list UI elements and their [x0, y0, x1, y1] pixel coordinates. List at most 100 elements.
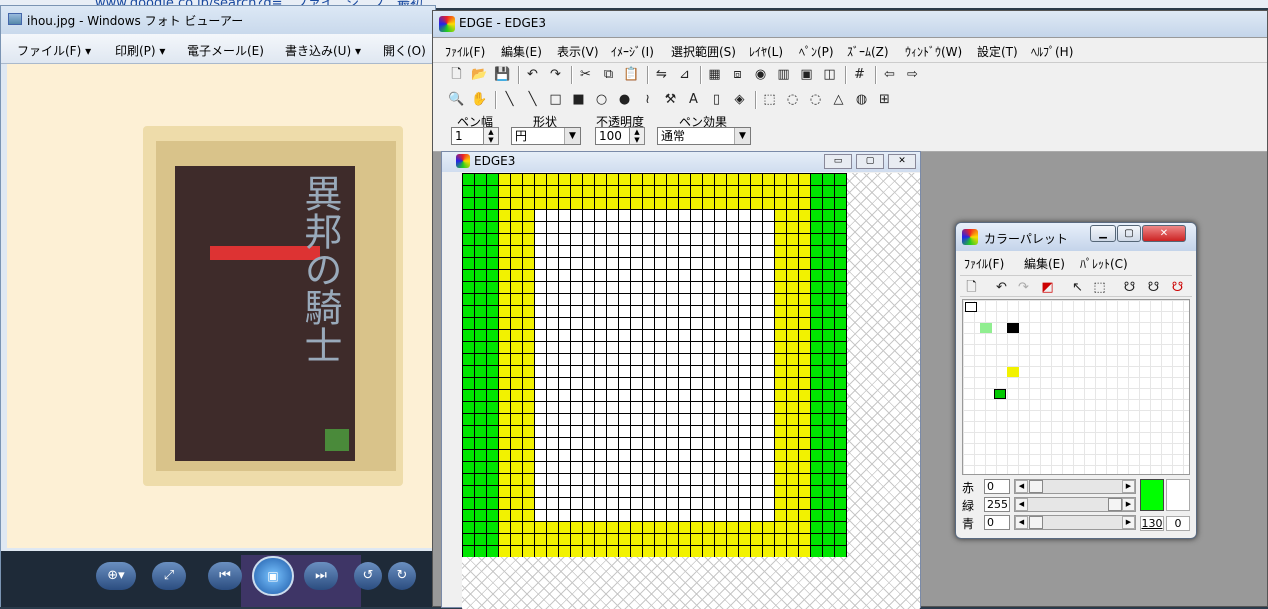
swatch-white[interactable]: [965, 302, 977, 312]
edge-menu-zoom[interactable]: ｽﾞｰﾑ(Z): [847, 43, 889, 60]
background-color-swatch[interactable]: [1166, 479, 1190, 511]
mirror-icon[interactable]: ⊿: [675, 66, 694, 84]
select-lasso-icon[interactable]: ◌: [806, 91, 825, 109]
photo-viewer-titlebar[interactable]: ihou.jpg - Windows フォト ビューアー: [1, 6, 435, 34]
blue-slider[interactable]: ◀ ▶: [1014, 515, 1136, 530]
hand-icon[interactable]: ✋: [470, 91, 489, 109]
pv-menu-file[interactable]: ファイル(F) ▾: [17, 42, 91, 59]
edge-menu-window[interactable]: ｳｨﾝﾄﾞｳ(W): [905, 43, 962, 60]
image-icon[interactable]: ▣: [797, 66, 816, 84]
edge-menu-edit[interactable]: 編集(E): [501, 43, 542, 60]
palette-undo-icon[interactable]: ↶: [992, 279, 1011, 297]
select-rect-icon[interactable]: ⬚: [760, 91, 779, 109]
fill-icon[interactable]: ⚒: [661, 91, 680, 109]
palette-new-icon[interactable]: 🗋: [962, 279, 981, 297]
red-slider[interactable]: ◀ ▶: [1014, 479, 1136, 494]
save-icon[interactable]: 💾: [493, 66, 512, 84]
next-button[interactable]: ⏭: [304, 562, 338, 590]
layer-icon[interactable]: ⧈: [728, 66, 747, 84]
bucket-icon[interactable]: ◈: [730, 91, 749, 109]
cut-icon[interactable]: ✂: [576, 66, 595, 84]
eraser-icon[interactable]: ▯: [707, 91, 726, 109]
palette-minimize-button[interactable]: ▁: [1090, 225, 1116, 242]
new-icon[interactable]: 🗋: [447, 66, 466, 84]
palette-menu-file[interactable]: ﾌｧｲﾙ(F): [964, 255, 1004, 272]
green-slider[interactable]: ◀ ▶: [1014, 497, 1136, 512]
chevron-down-icon[interactable]: ▼: [564, 128, 580, 144]
swatch-yellow[interactable]: [1007, 367, 1019, 377]
rect-fill-icon[interactable]: ■: [569, 91, 588, 109]
ellipse-fill-icon[interactable]: ●: [615, 91, 634, 109]
edge-menu-settings[interactable]: 設定(T): [977, 43, 1018, 60]
drawing-canvas[interactable]: [462, 173, 920, 609]
pv-menu-email[interactable]: 電子メール(E): [187, 42, 264, 59]
rect-icon[interactable]: □: [546, 91, 565, 109]
open-icon[interactable]: 📂: [470, 66, 489, 84]
pen-width-spinner[interactable]: ▲ ▼: [483, 127, 499, 145]
edge-titlebar[interactable]: EDGE - EDGE3: [433, 11, 1267, 37]
palette-pointer-icon[interactable]: ↖: [1068, 279, 1087, 297]
previous-button[interactable]: ⏮: [208, 562, 242, 590]
grid-icon[interactable]: ▦: [705, 66, 724, 84]
magic-wand-icon[interactable]: ◍: [852, 91, 871, 109]
copy-icon[interactable]: ⧉: [599, 66, 618, 84]
undo-icon[interactable]: ↶: [523, 66, 542, 84]
palette-maximize-button[interactable]: ▢: [1117, 225, 1141, 242]
palette-redo-icon[interactable]: ↷: [1014, 279, 1033, 297]
palette-menu-palette[interactable]: ﾊﾟﾚｯﾄ(C): [1080, 255, 1128, 272]
pv-menu-burn[interactable]: 書き込み(U) ▾: [285, 42, 361, 59]
paste-icon[interactable]: 📋: [622, 66, 641, 84]
zoom-dropdown-button[interactable]: ⊕▾: [96, 562, 136, 590]
ellipse-icon[interactable]: ○: [592, 91, 611, 109]
pixel-grid-icon[interactable]: #: [850, 66, 869, 84]
green-value-field[interactable]: 255: [984, 497, 1010, 512]
actual-size-button[interactable]: ⤢: [152, 562, 186, 590]
film-icon[interactable]: ▥: [774, 66, 793, 84]
swatch-black[interactable]: [1007, 323, 1019, 333]
preview-icon[interactable]: ◫: [820, 66, 839, 84]
edge-menu-file[interactable]: ﾌｧｲﾙ(F): [445, 43, 485, 60]
minimize-button[interactable]: ▭: [824, 154, 852, 169]
slideshow-button[interactable]: ▣: [252, 556, 294, 596]
rotate-left-button[interactable]: ↺: [354, 562, 382, 590]
line-icon[interactable]: ╲: [523, 91, 542, 109]
palette-icon[interactable]: ◉: [751, 66, 770, 84]
edge-menu-help[interactable]: ﾍﾙﾌﾟ(H): [1031, 43, 1073, 60]
opacity-spinner[interactable]: ▲ ▼: [629, 127, 645, 145]
palette-swatch-grid[interactable]: [962, 299, 1190, 475]
edge-menu-layer[interactable]: ﾚｲﾔ(L): [749, 43, 783, 60]
blue-value-field[interactable]: 0: [984, 515, 1010, 530]
arrow-left-icon[interactable]: ⇦: [880, 66, 899, 84]
close-button[interactable]: ✕: [888, 154, 916, 169]
palette-gradient2-icon[interactable]: ☋: [1144, 279, 1163, 297]
red-value-field[interactable]: 0: [984, 479, 1010, 494]
select-color-icon[interactable]: ⊞: [875, 91, 894, 109]
palette-select-icon[interactable]: ⬚: [1090, 279, 1109, 297]
pv-menu-open[interactable]: 開く(O): [383, 42, 426, 59]
redo-icon[interactable]: ↷: [546, 66, 565, 84]
zoom-icon[interactable]: 🔍: [447, 91, 466, 109]
curve-icon[interactable]: ≀: [638, 91, 657, 109]
select-ellipse-icon[interactable]: ◌: [783, 91, 802, 109]
pixel-image[interactable]: [462, 173, 847, 557]
arrow-right-icon[interactable]: ⇨: [903, 66, 922, 84]
edge-menu-image[interactable]: ｲﾒｰｼﾞ(I): [611, 43, 654, 60]
swatch-light-green[interactable]: [980, 323, 992, 333]
edge-menu-selection[interactable]: 選択範囲(S): [671, 43, 736, 60]
document-titlebar[interactable]: EDGE3 ▭ ▢ ✕: [442, 152, 920, 172]
select-poly-icon[interactable]: △: [829, 91, 848, 109]
maximize-button[interactable]: ▢: [856, 154, 884, 169]
pen-icon[interactable]: ╲: [500, 91, 519, 109]
foreground-color-swatch[interactable]: [1140, 479, 1164, 511]
palette-menu-edit[interactable]: 編集(E): [1024, 255, 1065, 272]
palette-close-button[interactable]: ✕: [1142, 225, 1186, 242]
palette-gradient1-icon[interactable]: ☋: [1120, 279, 1139, 297]
pv-menu-print[interactable]: 印刷(P) ▾: [115, 42, 165, 59]
edge-menu-view[interactable]: 表示(V): [557, 43, 599, 60]
swatch-green[interactable]: [994, 389, 1006, 399]
edge-menu-pen[interactable]: ﾍﾟﾝ(P): [799, 43, 834, 60]
palette-swap-icon[interactable]: ◩: [1038, 279, 1057, 297]
palette-gradient3-icon[interactable]: ☋: [1168, 279, 1187, 297]
palette-titlebar[interactable]: カラーパレット ▁ ▢ ✕: [956, 223, 1196, 251]
rotate-right-button[interactable]: ↻: [388, 562, 416, 590]
